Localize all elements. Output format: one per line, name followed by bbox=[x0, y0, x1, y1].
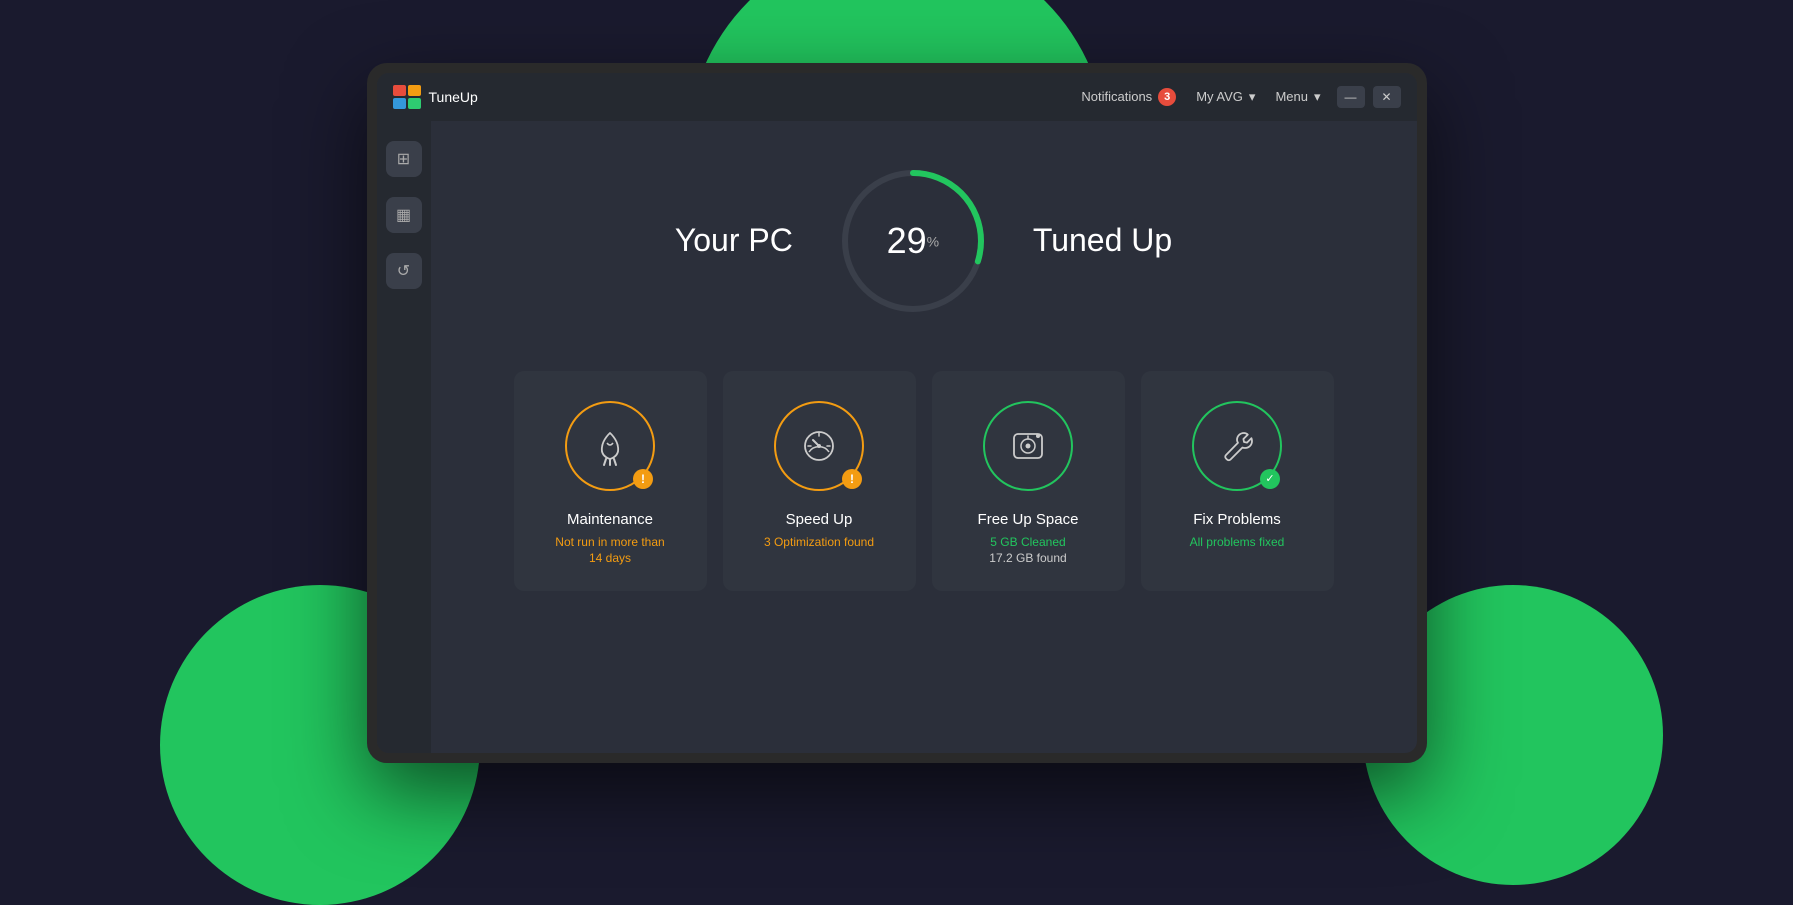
fix-problems-card[interactable]: ✓ Fix Problems All problems fixed bbox=[1141, 371, 1334, 592]
free-up-space-icon-wrapper bbox=[983, 401, 1073, 491]
refresh-icon: ↺ bbox=[397, 261, 410, 281]
title-bar-nav: Notifications 3 My AVG ▾ Menu ▾ bbox=[1081, 88, 1320, 106]
my-avg-chevron-icon: ▾ bbox=[1249, 89, 1256, 105]
speed-up-icon-wrapper: ! bbox=[774, 401, 864, 491]
notifications-label: Notifications bbox=[1081, 89, 1152, 104]
sidebar-icon-refresh[interactable]: ↺ bbox=[386, 253, 422, 289]
speed-up-status: 3 Optimization found bbox=[764, 534, 874, 551]
close-button[interactable]: ✕ bbox=[1373, 86, 1401, 108]
window-controls: — ✕ bbox=[1337, 86, 1401, 108]
sidebar-icon-stats[interactable]: ▦ bbox=[386, 197, 422, 233]
logo-sq4 bbox=[408, 98, 421, 109]
maintenance-title: Maintenance bbox=[567, 511, 653, 528]
app-title: TuneUp bbox=[429, 89, 478, 105]
notifications-badge: 3 bbox=[1158, 88, 1176, 106]
content-area: Your PC 29% Tuned Up bbox=[431, 121, 1417, 753]
free-up-space-card[interactable]: Free Up Space 5 GB Cleaned 17.2 GB found bbox=[932, 371, 1125, 592]
sidebar: ⊞ ▦ ↺ bbox=[377, 121, 431, 753]
speed-up-alert-badge: ! bbox=[842, 469, 862, 489]
title-bar: TuneUp Notifications 3 My AVG ▾ Menu ▾ bbox=[377, 73, 1417, 121]
speed-up-card[interactable]: ! Speed Up 3 Optimization found bbox=[723, 371, 916, 592]
free-up-space-status-secondary: 17.2 GB found bbox=[989, 550, 1066, 567]
gauge-widget: 29% bbox=[833, 161, 993, 321]
gauge-section: Your PC 29% Tuned Up bbox=[675, 161, 1172, 321]
wrench-svg bbox=[1216, 425, 1258, 467]
gauge-center: 29% bbox=[887, 223, 940, 259]
logo-area: TuneUp bbox=[393, 85, 1082, 109]
logo-sq1 bbox=[393, 85, 406, 96]
logo-sq2 bbox=[408, 85, 421, 96]
notifications-button[interactable]: Notifications 3 bbox=[1081, 88, 1176, 106]
menu-label: Menu bbox=[1275, 89, 1308, 104]
free-up-space-icon-circle bbox=[983, 401, 1073, 491]
hdd-svg bbox=[1006, 424, 1050, 468]
sidebar-icon-grid[interactable]: ⊞ bbox=[386, 141, 422, 177]
maintenance-card[interactable]: ! Maintenance Not run in more than14 day… bbox=[514, 371, 707, 592]
maintenance-status: Not run in more than14 days bbox=[555, 534, 664, 568]
fix-problems-check-badge: ✓ bbox=[1260, 469, 1280, 489]
speedometer-svg bbox=[797, 424, 841, 468]
my-avg-button[interactable]: My AVG ▾ bbox=[1196, 89, 1255, 105]
gauge-left-text: Your PC bbox=[675, 222, 793, 259]
broom-svg bbox=[589, 425, 631, 467]
laptop-frame: TuneUp Notifications 3 My AVG ▾ Menu ▾ bbox=[367, 63, 1427, 763]
maintenance-icon-wrapper: ! bbox=[565, 401, 655, 491]
gauge-number: 29 bbox=[887, 220, 927, 261]
bar-chart-icon: ▦ bbox=[396, 205, 411, 225]
avg-logo bbox=[393, 85, 421, 109]
logo-sq3 bbox=[393, 98, 406, 109]
maintenance-alert-badge: ! bbox=[633, 469, 653, 489]
menu-chevron-icon: ▾ bbox=[1314, 89, 1321, 105]
gauge-percent-symbol: % bbox=[927, 233, 939, 249]
minimize-button[interactable]: — bbox=[1337, 86, 1365, 108]
app-window: TuneUp Notifications 3 My AVG ▾ Menu ▾ bbox=[377, 73, 1417, 753]
close-icon: ✕ bbox=[1381, 90, 1391, 104]
main-content: ⊞ ▦ ↺ Your PC bbox=[377, 121, 1417, 753]
free-up-space-status-primary: 5 GB Cleaned bbox=[990, 534, 1065, 551]
fix-problems-status: All problems fixed bbox=[1190, 534, 1285, 551]
menu-button[interactable]: Menu ▾ bbox=[1275, 89, 1320, 105]
gauge-right-text: Tuned Up bbox=[1033, 222, 1172, 259]
speed-up-title: Speed Up bbox=[786, 511, 853, 528]
free-up-space-title: Free Up Space bbox=[978, 511, 1079, 528]
grid-icon: ⊞ bbox=[397, 149, 410, 169]
fix-problems-title: Fix Problems bbox=[1193, 511, 1281, 528]
my-avg-label: My AVG bbox=[1196, 89, 1243, 104]
cards-section: ! Maintenance Not run in more than14 day… bbox=[514, 371, 1334, 592]
minimize-icon: — bbox=[1345, 90, 1357, 104]
fix-problems-icon-wrapper: ✓ bbox=[1192, 401, 1282, 491]
